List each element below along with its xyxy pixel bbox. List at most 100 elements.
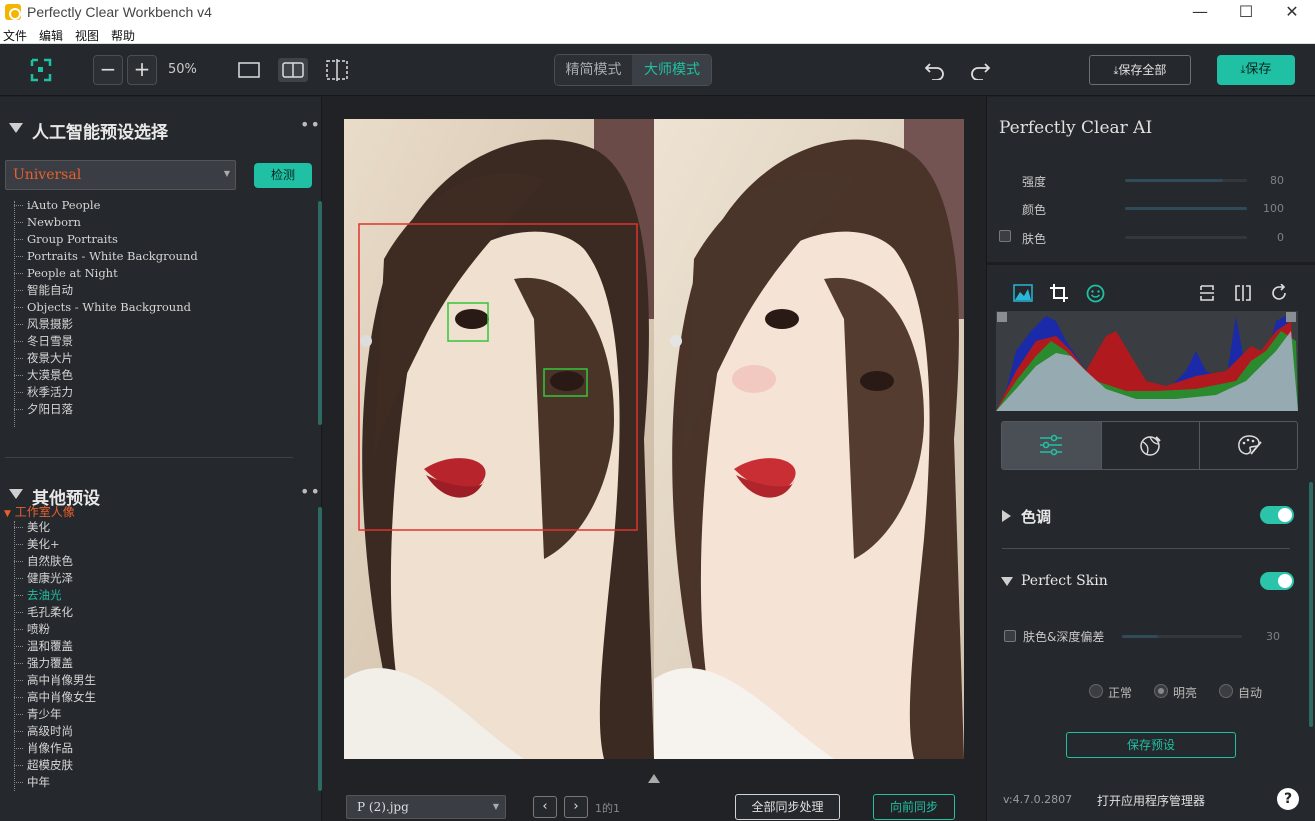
preset-item[interactable]: 青少年 xyxy=(14,706,304,723)
radio-normal[interactable] xyxy=(1089,684,1103,698)
preset-item[interactable]: iAuto People xyxy=(14,197,304,214)
other-list-scrollbar[interactable] xyxy=(318,507,322,791)
menu-help[interactable]: 帮助 xyxy=(111,27,135,44)
menu-file[interactable]: 文件 xyxy=(3,27,27,44)
preset-item[interactable]: People at Night xyxy=(14,265,304,282)
preset-item[interactable]: 去油光 xyxy=(14,587,304,604)
perfect-skin-toggle[interactable] xyxy=(1260,572,1294,590)
tone-toggle[interactable] xyxy=(1260,506,1294,524)
preset-item[interactable]: Portraits - White Background xyxy=(14,248,304,265)
right-panel-scrollbar[interactable] xyxy=(1309,482,1313,727)
ai-list-scrollbar[interactable] xyxy=(318,201,322,425)
save-preset-button[interactable]: 保存预设 xyxy=(1066,732,1236,758)
simple-mode-tab[interactable]: 精简模式 xyxy=(555,55,632,85)
preset-item[interactable]: 高中肖像女生 xyxy=(14,689,304,706)
collapse-perfect-skin-icon[interactable] xyxy=(1001,577,1013,586)
expand-filmstrip-icon[interactable] xyxy=(648,774,660,783)
tab-adjustments[interactable] xyxy=(1002,422,1101,469)
preset-item[interactable]: 美化+ xyxy=(14,536,304,553)
preset-item[interactable]: 肖像作品 xyxy=(14,740,304,757)
tab-palette[interactable] xyxy=(1199,422,1298,469)
next-image-button[interactable]: › xyxy=(564,796,588,818)
collapse-other-section-icon[interactable] xyxy=(9,489,23,499)
preset-item[interactable]: Group Portraits xyxy=(14,231,304,248)
flip-horizontal-icon[interactable] xyxy=(1234,284,1252,302)
minimize-button[interactable]: — xyxy=(1177,0,1223,26)
preset-item[interactable]: Objects - White Background xyxy=(14,299,304,316)
preset-item[interactable]: 秋季活力 xyxy=(14,384,304,401)
preset-item[interactable]: 自然肤色 xyxy=(14,553,304,570)
preset-item[interactable]: 强力覆盖 xyxy=(14,655,304,672)
sync-forward-button[interactable]: 向前同步 xyxy=(873,794,955,820)
preset-item[interactable]: 大漠景色 xyxy=(14,367,304,384)
split-view-icon xyxy=(282,62,304,78)
original-photo[interactable] xyxy=(344,119,654,759)
studio-group-node[interactable]: ▼ 工作室人像 xyxy=(4,503,75,520)
preset-item[interactable]: 夜景大片 xyxy=(14,350,304,367)
color-label: 颜色 xyxy=(1022,203,1047,217)
menu-view[interactable]: 视图 xyxy=(75,27,99,44)
radio-bright[interactable] xyxy=(1154,684,1168,698)
face-icon[interactable] xyxy=(1086,284,1105,303)
save-button[interactable]: ⤓保存 xyxy=(1217,55,1295,85)
help-icon[interactable]: ? xyxy=(1277,788,1299,810)
skin-depth-slider[interactable] xyxy=(1122,635,1242,638)
zoom-in-button[interactable]: + xyxy=(127,55,157,85)
preset-item[interactable]: 高中肖像男生 xyxy=(14,672,304,689)
shadow-clip-indicator[interactable] xyxy=(997,312,1007,322)
right-panel: Perfectly Clear AI 强度 80 颜色 100 肤色 0 色调 … xyxy=(986,97,1315,821)
version-label: v:4.7.0.2807 xyxy=(1003,793,1073,806)
preset-item[interactable]: 美化 xyxy=(14,519,304,536)
sync-all-button[interactable]: 全部同步处理 xyxy=(735,794,840,820)
file-select-value: P (2).jpg xyxy=(357,800,409,814)
maximize-button[interactable]: ☐ xyxy=(1223,0,1269,26)
file-select[interactable]: P (2).jpg ▼ xyxy=(346,795,506,819)
brand-icon xyxy=(30,58,52,82)
save-all-button[interactable]: ⤓保存全部 xyxy=(1089,55,1191,85)
preset-item[interactable]: 超模皮肤 xyxy=(14,757,304,774)
preset-item[interactable]: 温和覆盖 xyxy=(14,638,304,655)
open-manager-link[interactable]: 打开应用程序管理器 xyxy=(1097,792,1205,809)
preset-item[interactable]: 冬日雪景 xyxy=(14,333,304,350)
ai-preset-select[interactable]: Universal ▼ xyxy=(5,160,236,190)
highlight-clip-indicator[interactable] xyxy=(1286,312,1296,322)
tab-effects[interactable] xyxy=(1101,422,1199,469)
close-button[interactable]: ✕ xyxy=(1269,0,1315,26)
skin-tone-checkbox[interactable] xyxy=(999,230,1011,242)
preset-item[interactable]: 健康光泽 xyxy=(14,570,304,587)
preset-item[interactable]: 风景摄影 xyxy=(14,316,304,333)
crop-icon[interactable] xyxy=(1049,283,1069,303)
prev-image-button[interactable]: ‹ xyxy=(533,796,557,818)
preset-item[interactable]: 高级时尚 xyxy=(14,723,304,740)
collapse-ai-section-icon[interactable] xyxy=(9,123,23,133)
master-mode-tab[interactable]: 大师模式 xyxy=(632,55,711,85)
preset-item[interactable]: Newborn xyxy=(14,214,304,231)
detect-button[interactable]: 检测 xyxy=(254,163,312,188)
color-slider[interactable] xyxy=(1125,207,1247,210)
menu-edit[interactable]: 编辑 xyxy=(39,27,63,44)
strength-slider[interactable] xyxy=(1125,179,1247,182)
preset-item[interactable]: 毛孔柔化 xyxy=(14,604,304,621)
skin-tone-slider[interactable] xyxy=(1125,236,1247,239)
skin-depth-checkbox[interactable] xyxy=(1004,630,1016,642)
split-view-button[interactable] xyxy=(278,58,308,82)
processed-photo[interactable] xyxy=(654,119,964,759)
preset-item[interactable]: 智能自动 xyxy=(14,282,304,299)
preset-item[interactable]: 喷粉 xyxy=(14,621,304,638)
redo-icon[interactable] xyxy=(969,60,991,80)
expand-tone-icon[interactable] xyxy=(1002,510,1011,522)
preset-item[interactable]: 中年 xyxy=(14,774,304,791)
radio-auto[interactable] xyxy=(1219,684,1233,698)
divider xyxy=(987,262,1315,265)
strength-slider-row: 强度 80 xyxy=(987,171,1315,191)
zoom-out-button[interactable]: − xyxy=(93,55,123,85)
chevron-right-icon: › xyxy=(573,799,579,814)
histogram-chart xyxy=(996,311,1298,411)
compare-view-icon[interactable] xyxy=(325,59,349,81)
flip-vertical-icon[interactable] xyxy=(1199,284,1215,302)
histogram-icon[interactable] xyxy=(1013,284,1033,302)
preset-item[interactable]: 夕阳日落 xyxy=(14,401,304,418)
single-view-icon[interactable] xyxy=(238,62,260,78)
undo-icon[interactable] xyxy=(924,60,946,80)
rotate-icon[interactable] xyxy=(1270,284,1288,302)
